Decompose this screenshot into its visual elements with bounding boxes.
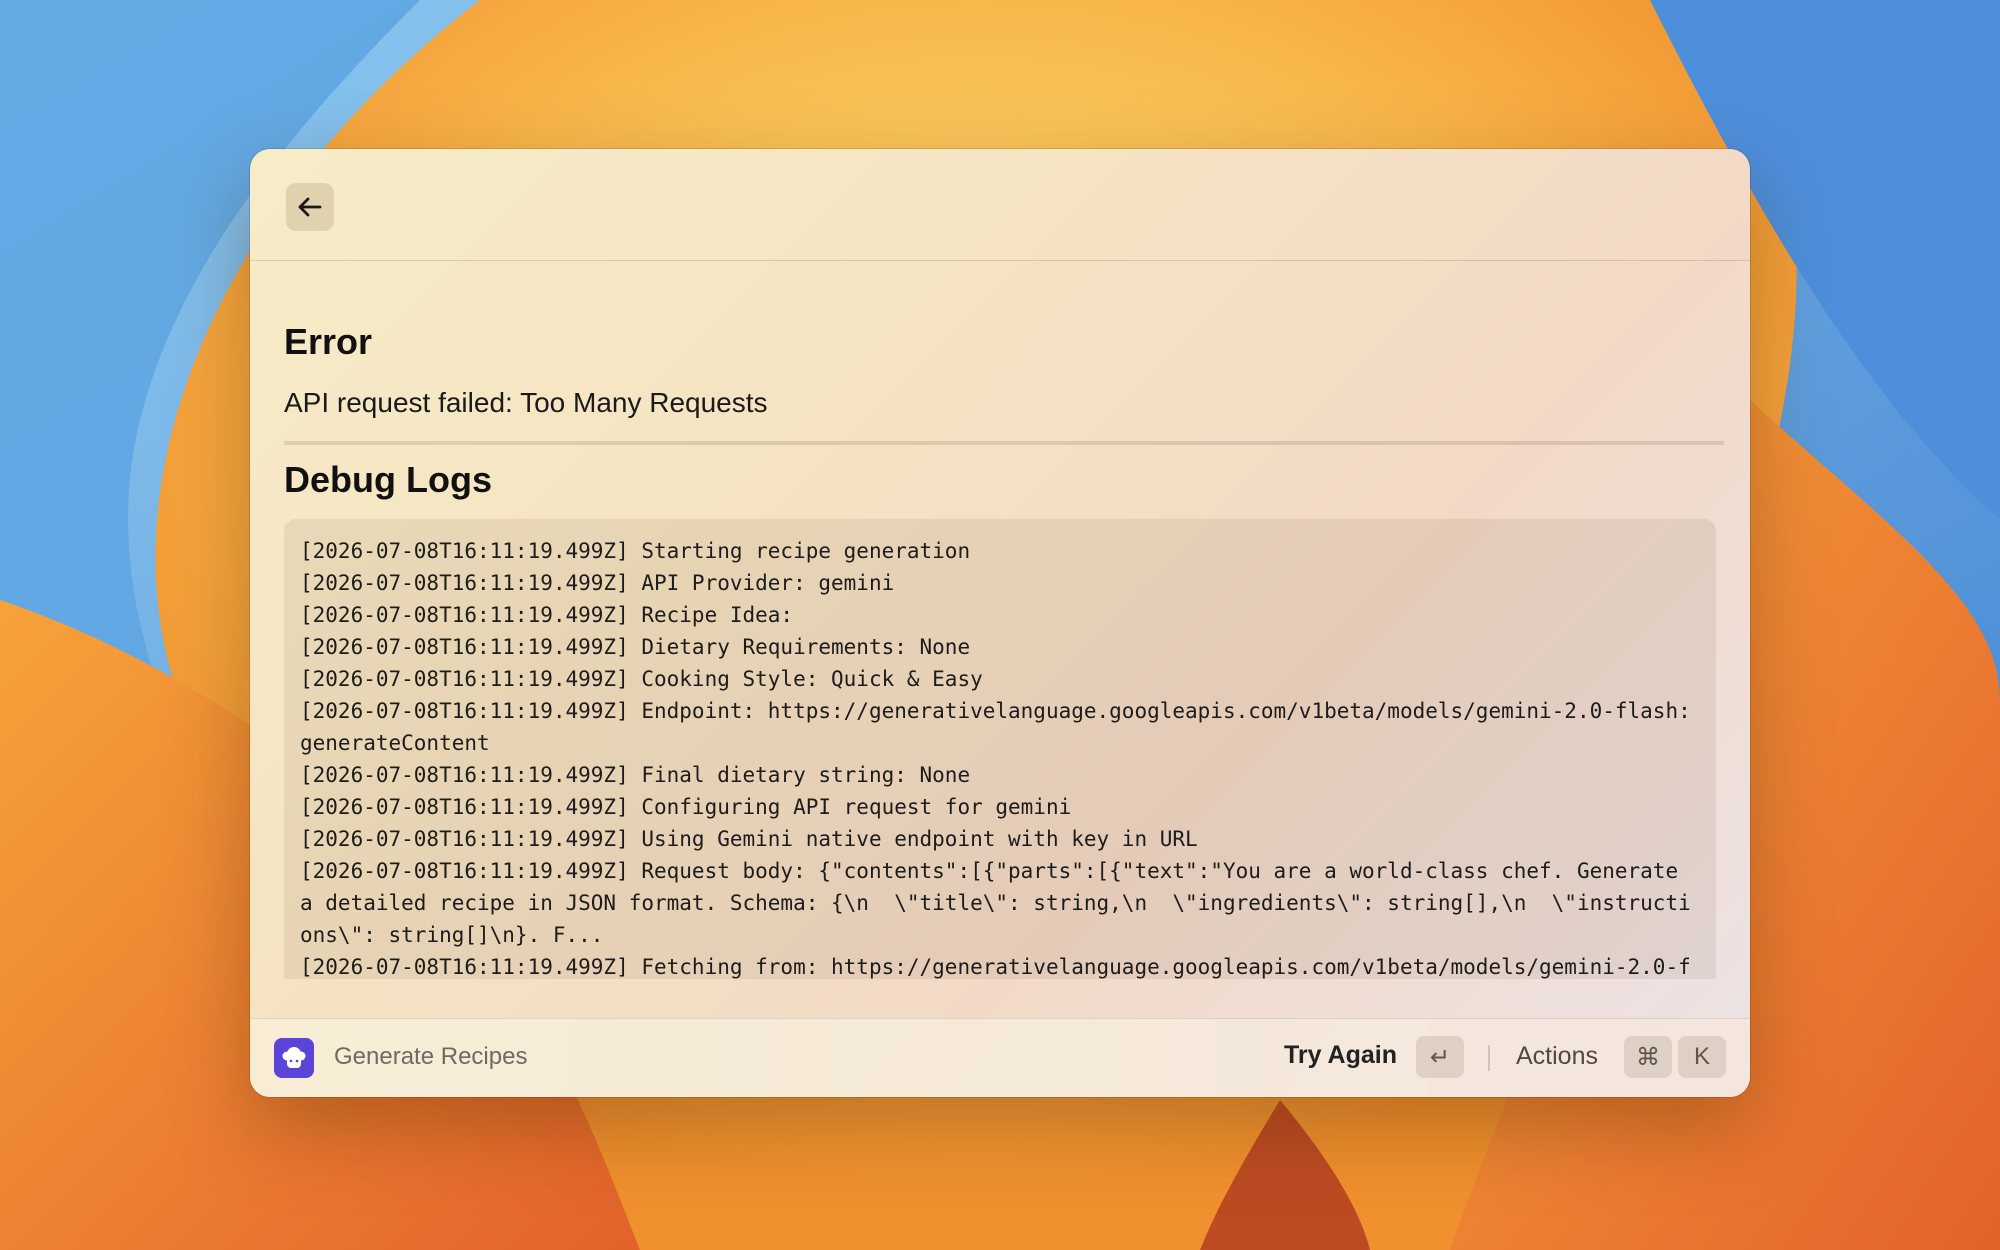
recipe-error-window: Error API request failed: Too Many Reque… [250,149,1750,1097]
log-line: [2026-07-08T16:11:19.499Z] Dietary Requi… [300,635,971,659]
window-toolbar [250,149,1750,261]
extension-name: Generate Recipes [334,1043,528,1070]
section-divider [284,441,1724,445]
error-heading: Error [284,321,373,362]
error-message: API request failed: Too Many Requests [284,387,768,418]
log-line: [2026-07-08T16:11:19.499Z] Request body:… [300,859,1691,947]
log-line: [2026-07-08T16:11:19.499Z] Final dietary… [300,763,971,787]
back-button[interactable] [286,183,334,231]
chef-icon [274,1038,314,1078]
log-line: [2026-07-08T16:11:19.499Z] Starting reci… [300,539,971,563]
debug-log-box[interactable]: [2026-07-08T16:11:19.499Z] Starting reci… [284,519,1716,979]
debug-logs-heading: Debug Logs [284,459,492,500]
log-line: [2026-07-08T16:11:19.499Z] Using Gemini … [300,827,1198,851]
arrow-left-icon [298,197,322,217]
action-bar: Generate Recipes Try Again ↵ Actions ⌘ K [250,1018,1750,1097]
log-line: [2026-07-08T16:11:19.499Z] Fetching from… [300,955,1691,979]
detail-content: Error API request failed: Too Many Reque… [284,261,1724,985]
log-line: [2026-07-08T16:11:19.499Z] Recipe Idea: [300,603,794,627]
log-line: [2026-07-08T16:11:19.499Z] Configuring A… [300,795,1072,819]
try-again-button[interactable]: Try Again [1284,1041,1397,1070]
log-line: [2026-07-08T16:11:19.499Z] Cooking Style… [300,667,983,691]
log-line: [2026-07-08T16:11:19.499Z] Endpoint: htt… [300,699,1691,755]
actions-button[interactable]: Actions [1516,1042,1598,1071]
log-line: [2026-07-08T16:11:19.499Z] API Provider:… [300,571,895,595]
k-key-hint: K [1678,1036,1726,1078]
debug-log-text: [2026-07-08T16:11:19.499Z] Starting reci… [300,535,1700,979]
chef-face-icon [282,1047,306,1068]
action-separator [1488,1045,1490,1071]
enter-key-hint: ↵ [1416,1036,1464,1078]
command-key-hint: ⌘ [1624,1036,1672,1078]
